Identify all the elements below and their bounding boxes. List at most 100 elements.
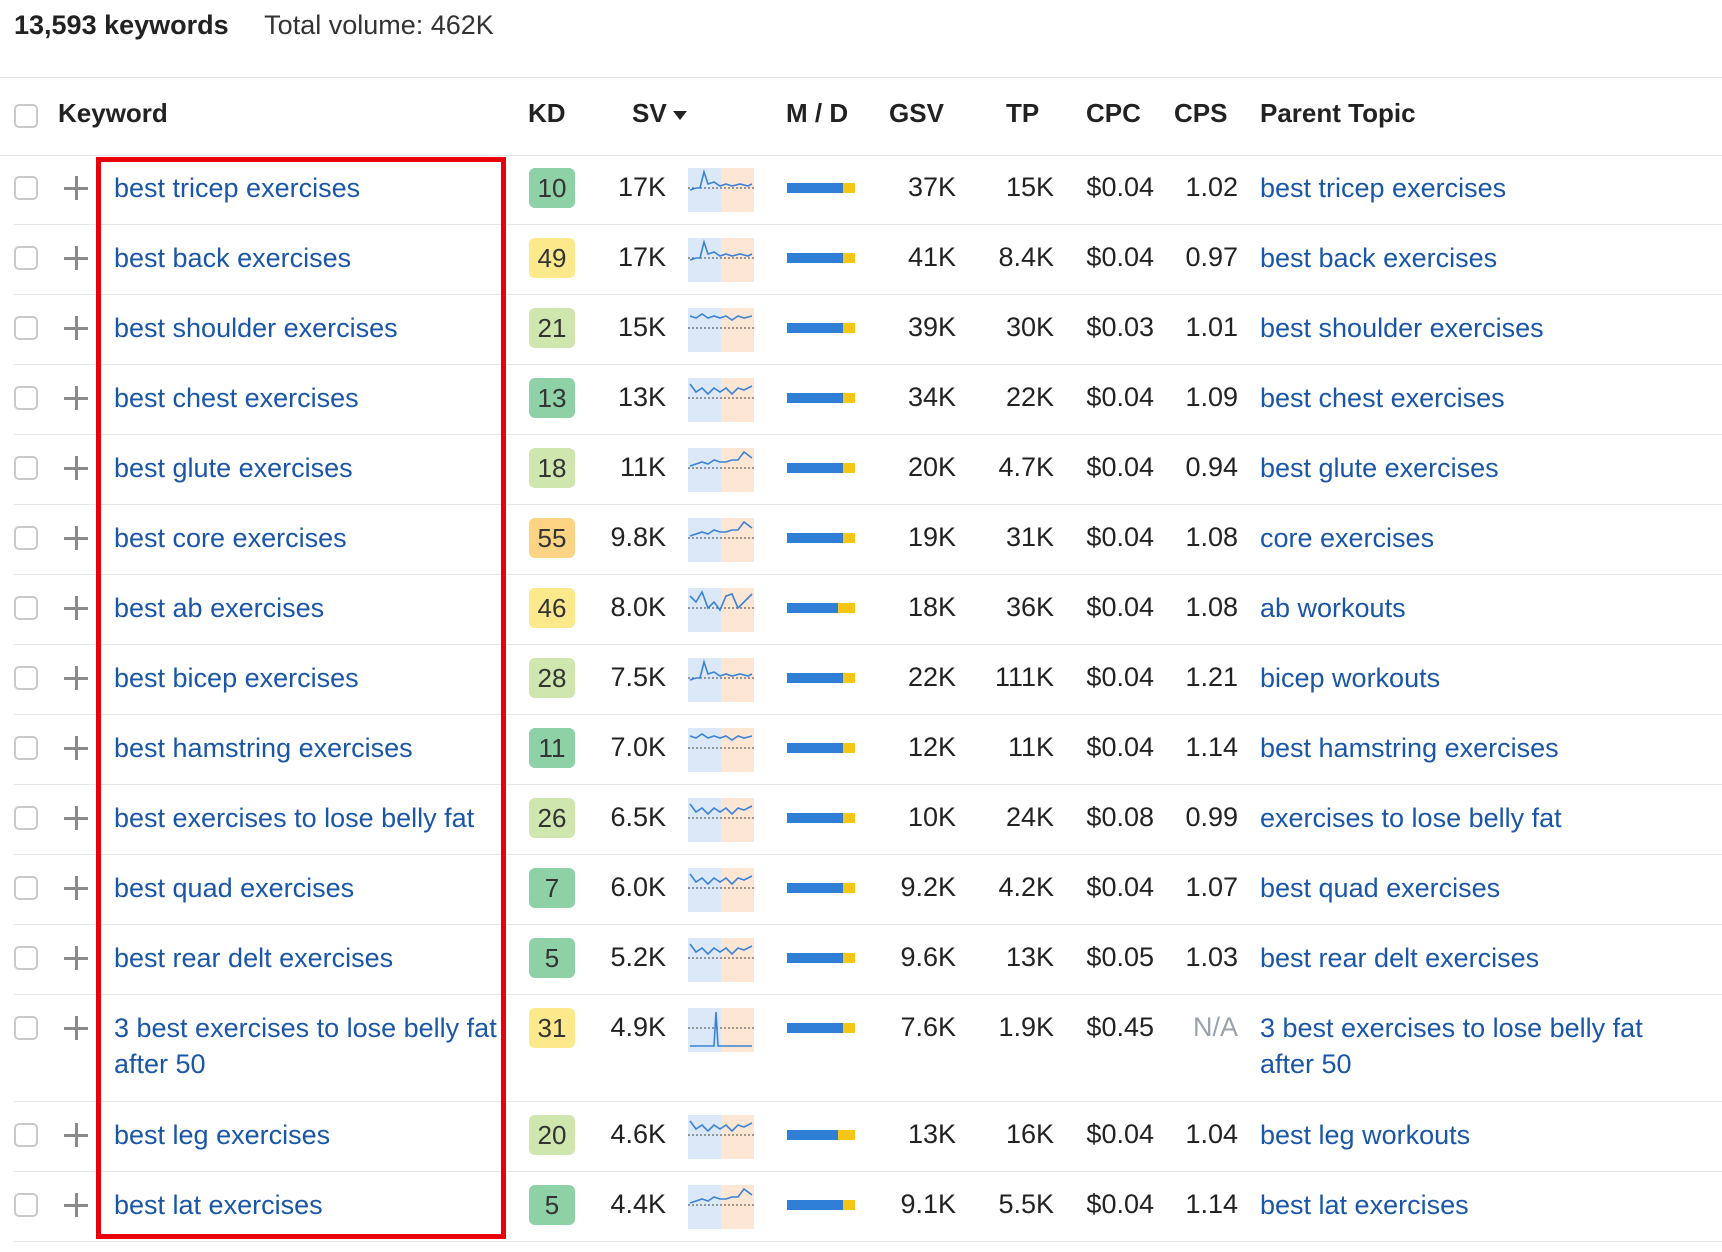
table-row: best bicep exercises 28 7.5K 22K 111K $0… [14, 644, 1722, 715]
mobile-desktop-bar [787, 323, 855, 333]
plus-icon[interactable] [64, 736, 88, 760]
plus-icon[interactable] [64, 666, 88, 690]
plus-icon[interactable] [64, 456, 88, 480]
gsv-value: 37K [907, 172, 956, 202]
row-checkbox[interactable] [14, 736, 38, 760]
col-tp[interactable]: TP [1006, 98, 1039, 129]
cpc-value: $0.08 [1086, 802, 1154, 832]
parent-topic-cell: best lat exercises [1260, 1187, 1690, 1223]
keyword-cell: 3 best exercises to lose belly fat after… [114, 1010, 504, 1082]
parent-topic-link[interactable]: best lat exercises [1260, 1190, 1469, 1220]
row-checkbox[interactable] [14, 176, 38, 200]
keyword-link[interactable]: best leg exercises [114, 1120, 330, 1150]
row-checkbox[interactable] [14, 456, 38, 480]
trend-sparkline [688, 868, 754, 912]
row-checkbox[interactable] [14, 1016, 38, 1040]
select-all-checkbox[interactable] [14, 104, 38, 128]
parent-topic-link[interactable]: best quad exercises [1260, 873, 1500, 903]
plus-icon[interactable] [64, 1193, 88, 1217]
row-checkbox[interactable] [14, 806, 38, 830]
keyword-link[interactable]: best chest exercises [114, 383, 359, 413]
gsv-value: 34K [907, 382, 956, 412]
parent-topic-link[interactable]: best hamstring exercises [1260, 733, 1559, 763]
parent-topic-link[interactable]: ab workouts [1260, 593, 1406, 623]
cps-value: 1.03 [1185, 942, 1238, 972]
keyword-link[interactable]: best bicep exercises [114, 663, 359, 693]
keyword-link[interactable]: best exercises to lose belly fat [114, 803, 474, 833]
parent-topic-link[interactable]: best shoulder exercises [1260, 313, 1544, 343]
col-gsv[interactable]: GSV [889, 98, 944, 129]
col-md[interactable]: M / D [786, 98, 848, 129]
kd-badge: 13 [529, 378, 575, 418]
kd-badge: 20 [529, 1115, 575, 1155]
keyword-link[interactable]: best lat exercises [114, 1190, 323, 1220]
keyword-link[interactable]: 3 best exercises to lose belly fat after… [114, 1013, 497, 1079]
row-checkbox[interactable] [14, 596, 38, 620]
parent-topic-link[interactable]: best rear delt exercises [1260, 943, 1539, 973]
parent-topic-link[interactable]: best glute exercises [1260, 453, 1499, 483]
cpc-value: $0.04 [1086, 452, 1154, 482]
keyword-link[interactable]: best hamstring exercises [114, 733, 413, 763]
plus-icon[interactable] [64, 946, 88, 970]
parent-topic-link[interactable]: best tricep exercises [1260, 173, 1506, 203]
col-cps[interactable]: CPS [1174, 98, 1227, 129]
sv-value: 5.2K [610, 942, 666, 972]
plus-icon[interactable] [64, 596, 88, 620]
row-checkbox[interactable] [14, 526, 38, 550]
table-row: best lat exercises 5 4.4K 9.1K 5.5K $0.0… [14, 1171, 1722, 1242]
cpc-value: $0.05 [1086, 942, 1154, 972]
parent-topic-link[interactable]: core exercises [1260, 523, 1434, 553]
col-keyword[interactable]: Keyword [58, 98, 168, 129]
row-checkbox[interactable] [14, 246, 38, 270]
parent-topic-link[interactable]: exercises to lose belly fat [1260, 803, 1562, 833]
parent-topic-cell: best chest exercises [1260, 380, 1690, 416]
plus-icon[interactable] [64, 316, 88, 340]
keyword-link[interactable]: best core exercises [114, 523, 347, 553]
row-checkbox[interactable] [14, 876, 38, 900]
parent-topic-cell: bicep workouts [1260, 660, 1690, 696]
mobile-desktop-bar [787, 1130, 855, 1140]
plus-icon[interactable] [64, 526, 88, 550]
keyword-link[interactable]: best tricep exercises [114, 173, 360, 203]
row-checkbox[interactable] [14, 666, 38, 690]
trend-sparkline [688, 238, 754, 282]
kd-badge: 31 [529, 1008, 575, 1048]
keyword-link[interactable]: best glute exercises [114, 453, 353, 483]
trend-sparkline [688, 518, 754, 562]
plus-icon[interactable] [64, 1016, 88, 1040]
trend-sparkline [688, 1185, 754, 1229]
parent-topic-link[interactable]: best chest exercises [1260, 383, 1505, 413]
plus-icon[interactable] [64, 806, 88, 830]
keyword-link[interactable]: best back exercises [114, 243, 351, 273]
row-checkbox[interactable] [14, 316, 38, 340]
parent-topic-link[interactable]: 3 best exercises to lose belly fat after… [1260, 1013, 1643, 1079]
row-checkbox[interactable] [14, 1193, 38, 1217]
table-row: best rear delt exercises 5 5.2K 9.6K 13K… [14, 924, 1722, 995]
col-kd[interactable]: KD [528, 98, 566, 129]
plus-icon[interactable] [64, 176, 88, 200]
keyword-link[interactable]: best shoulder exercises [114, 313, 398, 343]
parent-topic-link[interactable]: bicep workouts [1260, 663, 1440, 693]
plus-icon[interactable] [64, 386, 88, 410]
parent-topic-cell: best back exercises [1260, 240, 1690, 276]
keyword-link[interactable]: best quad exercises [114, 873, 354, 903]
col-sv[interactable]: SV [632, 98, 687, 129]
tp-value: 5.5K [998, 1189, 1054, 1219]
gsv-value: 7.6K [900, 1012, 956, 1042]
col-parent-topic[interactable]: Parent Topic [1260, 98, 1416, 129]
plus-icon[interactable] [64, 1123, 88, 1147]
plus-icon[interactable] [64, 876, 88, 900]
row-checkbox[interactable] [14, 1123, 38, 1147]
cpc-value: $0.04 [1086, 732, 1154, 762]
tp-value: 111K [994, 662, 1054, 692]
parent-topic-link[interactable]: best leg workouts [1260, 1120, 1470, 1150]
row-checkbox[interactable] [14, 946, 38, 970]
cpc-value: $0.45 [1086, 1012, 1154, 1042]
keyword-link[interactable]: best rear delt exercises [114, 943, 393, 973]
col-cpc[interactable]: CPC [1086, 98, 1141, 129]
parent-topic-link[interactable]: best back exercises [1260, 243, 1497, 273]
keyword-link[interactable]: best ab exercises [114, 593, 324, 623]
plus-icon[interactable] [64, 246, 88, 270]
row-checkbox[interactable] [14, 386, 38, 410]
table-row: best hamstring exercises 11 7.0K 12K 11K… [14, 714, 1722, 785]
